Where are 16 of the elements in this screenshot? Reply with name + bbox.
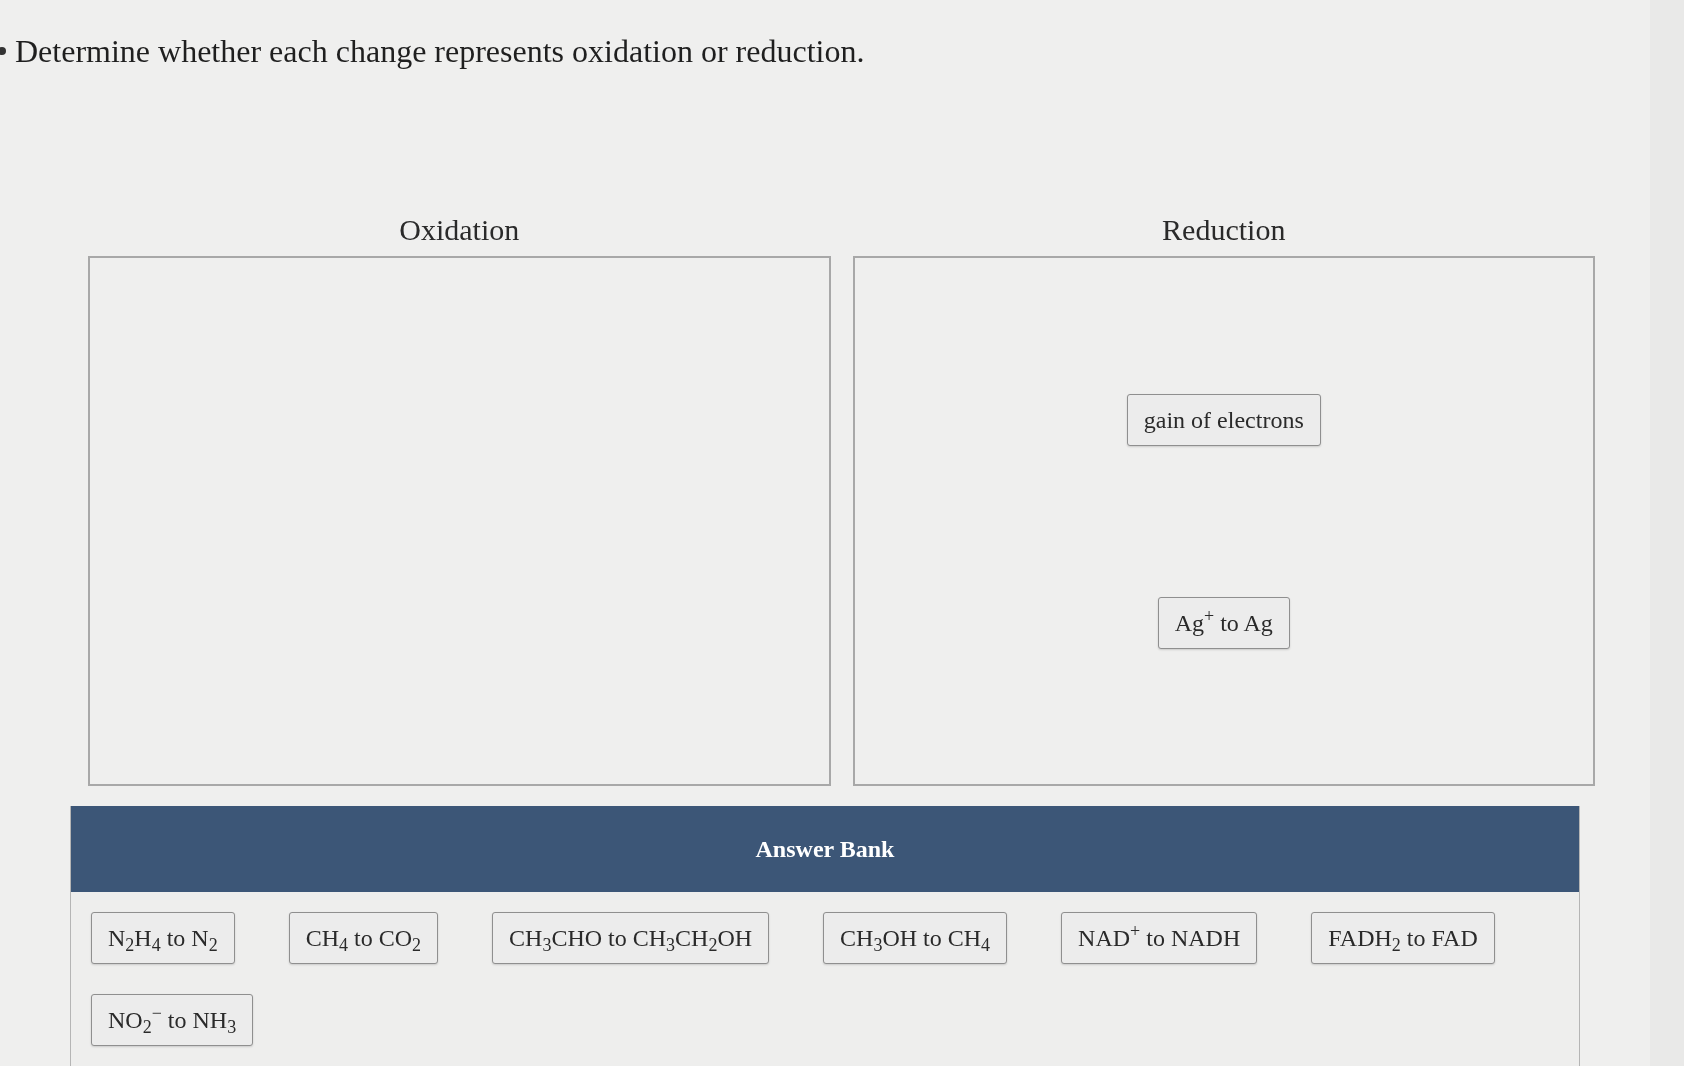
question-text: Determine whether each change represents oxidation or reduction. <box>15 32 865 71</box>
answer-tile[interactable]: Ag$^{+}$ to Ag <box>1157 596 1290 649</box>
drop-zone[interactable] <box>88 256 831 786</box>
answer-tile[interactable]: NAD$^{+}$ to NADH <box>1061 912 1258 964</box>
answer-tile[interactable]: gain of electrons <box>1126 393 1321 446</box>
answer-tile[interactable]: NO$_{2}$$^{−}$ to NH$_{3}$ <box>91 994 254 1046</box>
answer-tile[interactable]: CH$_{3}$OH to CH$_{4}$ <box>823 912 1008 964</box>
answer-bank-header: Answer Bank <box>71 806 1579 892</box>
answer-tile[interactable]: CH$_{4}$ to CO$_{2}$ <box>288 912 439 964</box>
bin-title: Reduction <box>1162 212 1286 248</box>
answer-tile[interactable]: N$_{2}$H$_{4}$ to N$_{2}$ <box>91 912 235 964</box>
bullet-icon <box>0 46 7 56</box>
answer-tile[interactable]: FADH$_{2}$ to FAD <box>1311 912 1495 964</box>
answer-tile[interactable]: CH$_{3}$CHO to CH$_{3}$CH$_{2}$OH <box>492 912 770 964</box>
bin-title: Oxidation <box>399 212 520 248</box>
drop-zone[interactable]: gain of electrons Ag$^{+}$ to Ag <box>852 256 1595 786</box>
